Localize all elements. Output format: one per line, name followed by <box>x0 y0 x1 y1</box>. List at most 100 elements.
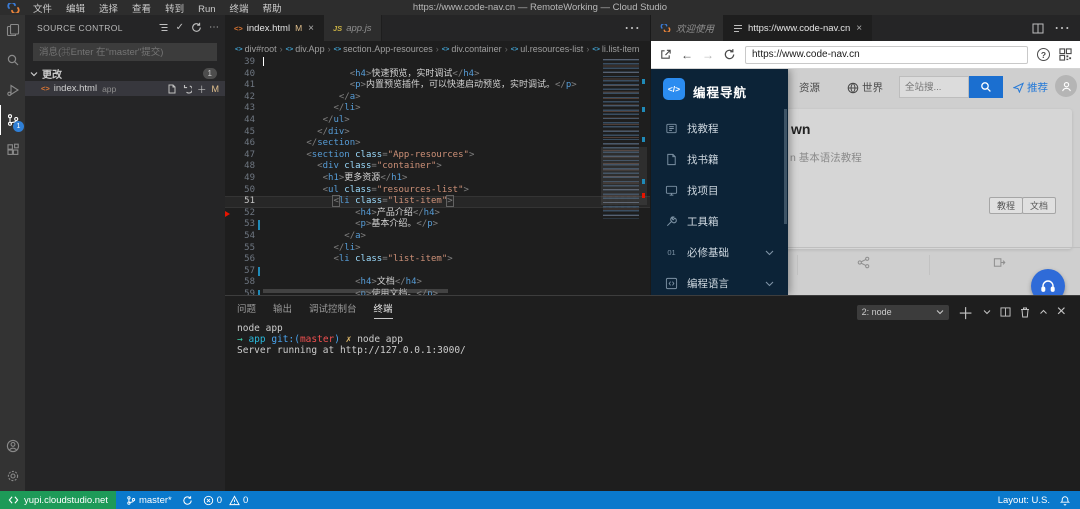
menu-go[interactable]: 转到 <box>158 4 191 15</box>
breadcrumb-item[interactable]: section.App-resources <box>343 44 433 54</box>
menu-run[interactable]: Run <box>191 4 222 15</box>
menu-file[interactable]: 文件 <box>26 4 59 15</box>
minimap-slider[interactable] <box>601 147 647 205</box>
search-icon[interactable] <box>0 45 25 75</box>
breadcrumb-item[interactable]: div.App <box>295 44 324 54</box>
tab-debug-console[interactable]: 调试控制台 <box>309 301 357 319</box>
code-line[interactable]: 47 <section class="App-resources"> <box>225 150 650 162</box>
extensions-icon[interactable] <box>0 135 25 165</box>
close-panel-icon[interactable]: × <box>1057 303 1066 321</box>
share-icon[interactable] <box>857 256 870 269</box>
menu-terminal[interactable]: 终端 <box>223 4 256 15</box>
run-debug-icon[interactable] <box>0 75 25 105</box>
code-line[interactable]: 57 <box>225 266 650 278</box>
horizontal-scrollbar[interactable] <box>263 289 448 293</box>
branch-indicator[interactable]: master* <box>126 495 172 506</box>
breadcrumb-item[interactable]: div#root <box>245 44 277 54</box>
tag-chip[interactable]: 教程 <box>989 197 1023 214</box>
back-icon[interactable]: ← <box>681 49 693 61</box>
terminal-select[interactable]: 2: node <box>857 305 949 320</box>
split-terminal-icon[interactable] <box>1000 307 1011 317</box>
new-terminal-icon[interactable]: ＋ <box>958 300 974 324</box>
code-line[interactable]: 49 <h1>更多资源</h1> <box>225 173 650 185</box>
drawer-scrollbar[interactable] <box>784 109 787 224</box>
site-nav-resources[interactable]: 资源 <box>799 80 820 95</box>
tab-index-html[interactable]: <> index.html M × <box>225 15 324 41</box>
terminal-dropdown-icon[interactable] <box>983 309 991 315</box>
code-line[interactable]: 56 <li class="list-item"> <box>225 254 650 266</box>
drawer-item-books[interactable]: 找书籍 <box>651 144 788 175</box>
scm-more-icon[interactable]: ⋯ <box>209 22 219 33</box>
remote-indicator[interactable]: yupi.cloudstudio.net <box>0 491 116 509</box>
tab-output[interactable]: 输出 <box>273 301 292 319</box>
drawer-item-basics[interactable]: 01必修基础 <box>651 237 788 268</box>
reload-icon[interactable] <box>723 48 736 61</box>
minimap[interactable] <box>603 57 645 262</box>
explorer-icon[interactable] <box>0 15 25 45</box>
problems-indicator[interactable]: 0 0 <box>203 495 249 506</box>
menu-view[interactable]: 查看 <box>125 4 158 15</box>
tab-terminal[interactable]: 终端 <box>374 301 393 319</box>
code-line[interactable]: 46 </section> <box>225 138 650 150</box>
menu-edit[interactable]: 编辑 <box>59 4 92 15</box>
drawer-item-projects[interactable]: 找项目 <box>651 175 788 206</box>
close-icon[interactable]: × <box>308 23 314 34</box>
stage-changes-icon[interactable]: ＋ <box>197 82 207 96</box>
site-logo-icon[interactable]: </> <box>663 78 685 100</box>
code-line[interactable]: 41 <p>内置预览插件，可以快速启动预览，实时调试。</p> <box>225 80 650 92</box>
scm-commit-icon[interactable]: ✓ <box>176 22 184 33</box>
code-line[interactable]: 44 </ul> <box>225 115 650 127</box>
address-bar[interactable] <box>745 46 1028 64</box>
code-line[interactable]: 48 <div class="container"> <box>225 161 650 173</box>
kill-terminal-icon[interactable] <box>1020 307 1030 318</box>
code-line[interactable]: 45 </div> <box>225 127 650 139</box>
drawer-item-languages[interactable]: 编程语言 <box>651 268 788 295</box>
site-search-input[interactable] <box>899 76 969 98</box>
drawer-item-toolbox[interactable]: 工具箱 <box>651 206 788 237</box>
code-line[interactable]: 43 </li> <box>225 103 650 115</box>
tab-app-js[interactable]: JS app.js <box>324 15 382 41</box>
breadcrumb-item[interactable]: ul.resources-list <box>520 44 583 54</box>
source-control-icon[interactable]: 1 <box>0 105 25 135</box>
breadcrumb-item[interactable]: div.container <box>451 44 501 54</box>
code-line[interactable]: 58 <h4>文档</h4> <box>225 277 650 289</box>
breadcrumb-item[interactable]: li.list-item <box>602 44 640 54</box>
tab-simple-browser[interactable]: https://www.code-nav.cn × <box>724 15 872 41</box>
code-line[interactable]: 55 </li> <box>225 243 650 255</box>
scm-file-row[interactable]: <> index.html app ＋ M <box>25 81 225 96</box>
account-icon[interactable] <box>0 431 25 461</box>
code-line[interactable]: 40 <h4>快速预览，实时调试</h4> <box>225 69 650 81</box>
tab-welcome[interactable]: 欢迎使用 <box>651 15 724 41</box>
discard-changes-icon[interactable] <box>182 84 192 94</box>
code-line[interactable]: 42 </a> <box>225 92 650 104</box>
code-editor[interactable]: 3940 <h4>快速预览，实时调试</h4>41 <p>内置预览插件，可以快速… <box>225 57 650 295</box>
scm-message-input[interactable] <box>33 43 217 61</box>
code-line[interactable]: 51 <li class="list-item"> <box>225 196 650 208</box>
scm-view-list-icon[interactable] <box>158 22 169 33</box>
code-line[interactable]: 50 <ul class="resources-list"> <box>225 185 650 197</box>
scm-refresh-icon[interactable] <box>191 22 202 33</box>
editor-more-actions-icon[interactable]: ⋯ <box>624 18 640 38</box>
more-actions-icon[interactable]: ⋯ <box>1054 18 1070 38</box>
forward-icon[interactable]: → <box>702 49 714 61</box>
layout-indicator[interactable]: Layout: U.S. <box>998 495 1050 506</box>
menu-selection[interactable]: 选择 <box>92 4 125 15</box>
scm-changes-row[interactable]: 更改 1 <box>25 66 225 81</box>
tab-problems[interactable]: 问题 <box>237 301 256 319</box>
tag-chip[interactable]: 文档 <box>1022 197 1056 214</box>
open-external-icon[interactable] <box>659 48 672 61</box>
qr-code-icon[interactable] <box>1059 48 1072 61</box>
code-line[interactable]: 53 <p>基本介绍。</p> <box>225 219 650 231</box>
drawer-item-tutorials[interactable]: 找教程 <box>651 113 788 144</box>
site-nav-world[interactable]: 世界 <box>847 80 883 95</box>
settings-gear-icon[interactable] <box>0 461 25 491</box>
help-icon[interactable]: ? <box>1037 48 1050 61</box>
avatar[interactable] <box>1055 75 1077 97</box>
split-editor-icon[interactable] <box>1032 23 1044 34</box>
code-line[interactable]: 39 <box>225 57 650 69</box>
maximize-panel-icon[interactable] <box>1039 309 1048 315</box>
menu-help[interactable]: 帮助 <box>256 4 289 15</box>
customer-service-button[interactable] <box>1031 269 1065 295</box>
open-link-icon[interactable] <box>993 256 1006 269</box>
site-recommend-link[interactable]: 推荐 <box>1013 80 1048 95</box>
